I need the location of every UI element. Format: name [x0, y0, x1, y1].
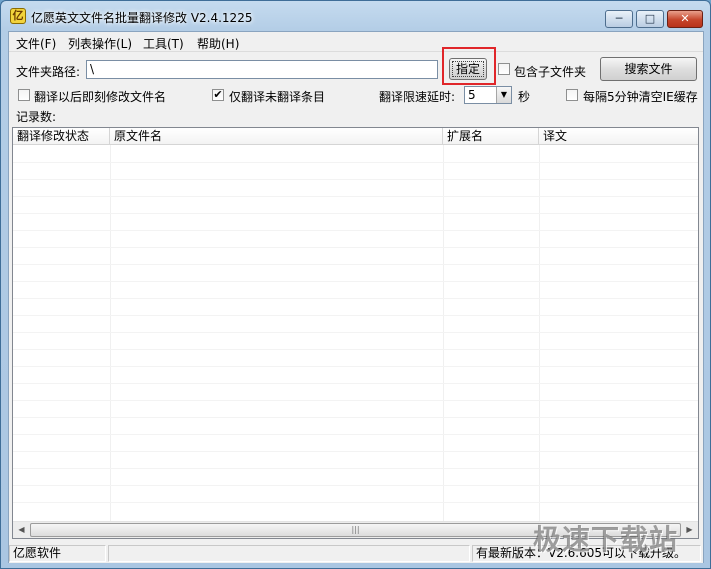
delay-unit: 秒 [518, 90, 531, 104]
maximize-button[interactable]: □ [636, 10, 664, 28]
list-header: 翻译修改状态 原文件名 扩展名 译文 [13, 128, 698, 145]
row-divider [13, 264, 698, 265]
client-area: 文件(F) 列表操作(L) 工具(T) 帮助(H) 文件夹路径: \ 指定 包含… [8, 31, 704, 563]
delay-value: 5 [468, 88, 476, 102]
file-list[interactable]: 翻译修改状态 原文件名 扩展名 译文 ◀ ||| ▶ [12, 127, 699, 539]
title-bar[interactable]: 亿 亿愿英文文件名批量翻译修改 V2.4.1225 ─ □ ✕ [1, 1, 710, 31]
menu-bar: 文件(F) 列表操作(L) 工具(T) 帮助(H) [9, 32, 703, 52]
row-divider [13, 366, 698, 367]
row-divider [13, 213, 698, 214]
app-window: 亿 亿愿英文文件名批量翻译修改 V2.4.1225 ─ □ ✕ 文件(F) 列表… [0, 0, 711, 569]
watermark-logo: 极速下载站 [533, 523, 679, 556]
row-divider [13, 434, 698, 435]
menu-file[interactable]: 文件(F) [16, 35, 56, 52]
set-folder-button[interactable]: 指定 [449, 58, 487, 80]
menu-tools[interactable]: 工具(T) [143, 35, 184, 52]
minimize-button[interactable]: ─ [605, 10, 633, 28]
clear-ie-cache-checkbox[interactable] [566, 89, 578, 101]
scroll-right-icon[interactable]: ▶ [681, 522, 698, 538]
only-untranslated-label: 仅翻译未翻译条目 [229, 90, 326, 104]
row-divider [13, 298, 698, 299]
row-divider [13, 417, 698, 418]
row-divider [13, 332, 698, 333]
scroll-left-icon[interactable]: ◀ [13, 522, 30, 538]
only-untranslated-checkbox[interactable]: ✔ [212, 89, 224, 101]
rename-after-translate-label: 翻译以后即刻修改文件名 [34, 90, 167, 104]
row-divider [13, 383, 698, 384]
column-header-original-name[interactable]: 原文件名 [110, 128, 443, 145]
row-divider [13, 179, 698, 180]
focus-rect [452, 61, 484, 77]
search-files-button[interactable]: 搜索文件 [600, 57, 697, 81]
row-divider [13, 349, 698, 350]
row-divider [13, 451, 698, 452]
delay-select[interactable]: 5 ▼ [464, 86, 512, 104]
row-divider [13, 247, 698, 248]
app-icon: 亿 [10, 8, 26, 24]
row-divider [13, 162, 698, 163]
delay-label: 翻译限速延时: [379, 90, 456, 104]
chevron-down-icon[interactable]: ▼ [496, 87, 511, 103]
status-company: 亿愿软件 [9, 545, 106, 562]
menu-help[interactable]: 帮助(H) [197, 35, 239, 52]
row-divider [13, 468, 698, 469]
row-divider [13, 230, 698, 231]
window-title: 亿愿英文文件名批量翻译修改 V2.4.1225 [31, 11, 253, 25]
column-divider [443, 145, 444, 521]
list-body[interactable] [13, 145, 698, 521]
row-divider [13, 502, 698, 503]
record-count-label: 记录数: [16, 110, 57, 124]
include-subfolders-checkbox[interactable] [498, 63, 510, 75]
status-middle [108, 545, 470, 562]
folder-path-label: 文件夹路径: [16, 65, 81, 79]
rename-after-translate-checkbox[interactable] [18, 89, 30, 101]
row-divider [13, 281, 698, 282]
folder-path-input[interactable]: \ [86, 60, 438, 79]
clear-ie-cache-label: 每隔5分钟清空IE缓存 [583, 90, 698, 104]
include-subfolders-label: 包含子文件夹 [514, 65, 587, 79]
row-divider [13, 315, 698, 316]
menu-list-ops[interactable]: 列表操作(L) [68, 35, 132, 52]
row-divider [13, 196, 698, 197]
column-divider [110, 145, 111, 521]
column-header-extension[interactable]: 扩展名 [443, 128, 539, 145]
column-header-status[interactable]: 翻译修改状态 [13, 128, 110, 145]
row-divider [13, 485, 698, 486]
row-divider [13, 400, 698, 401]
column-divider [539, 145, 540, 521]
close-button[interactable]: ✕ [667, 10, 703, 28]
column-header-translation[interactable]: 译文 [539, 128, 698, 145]
